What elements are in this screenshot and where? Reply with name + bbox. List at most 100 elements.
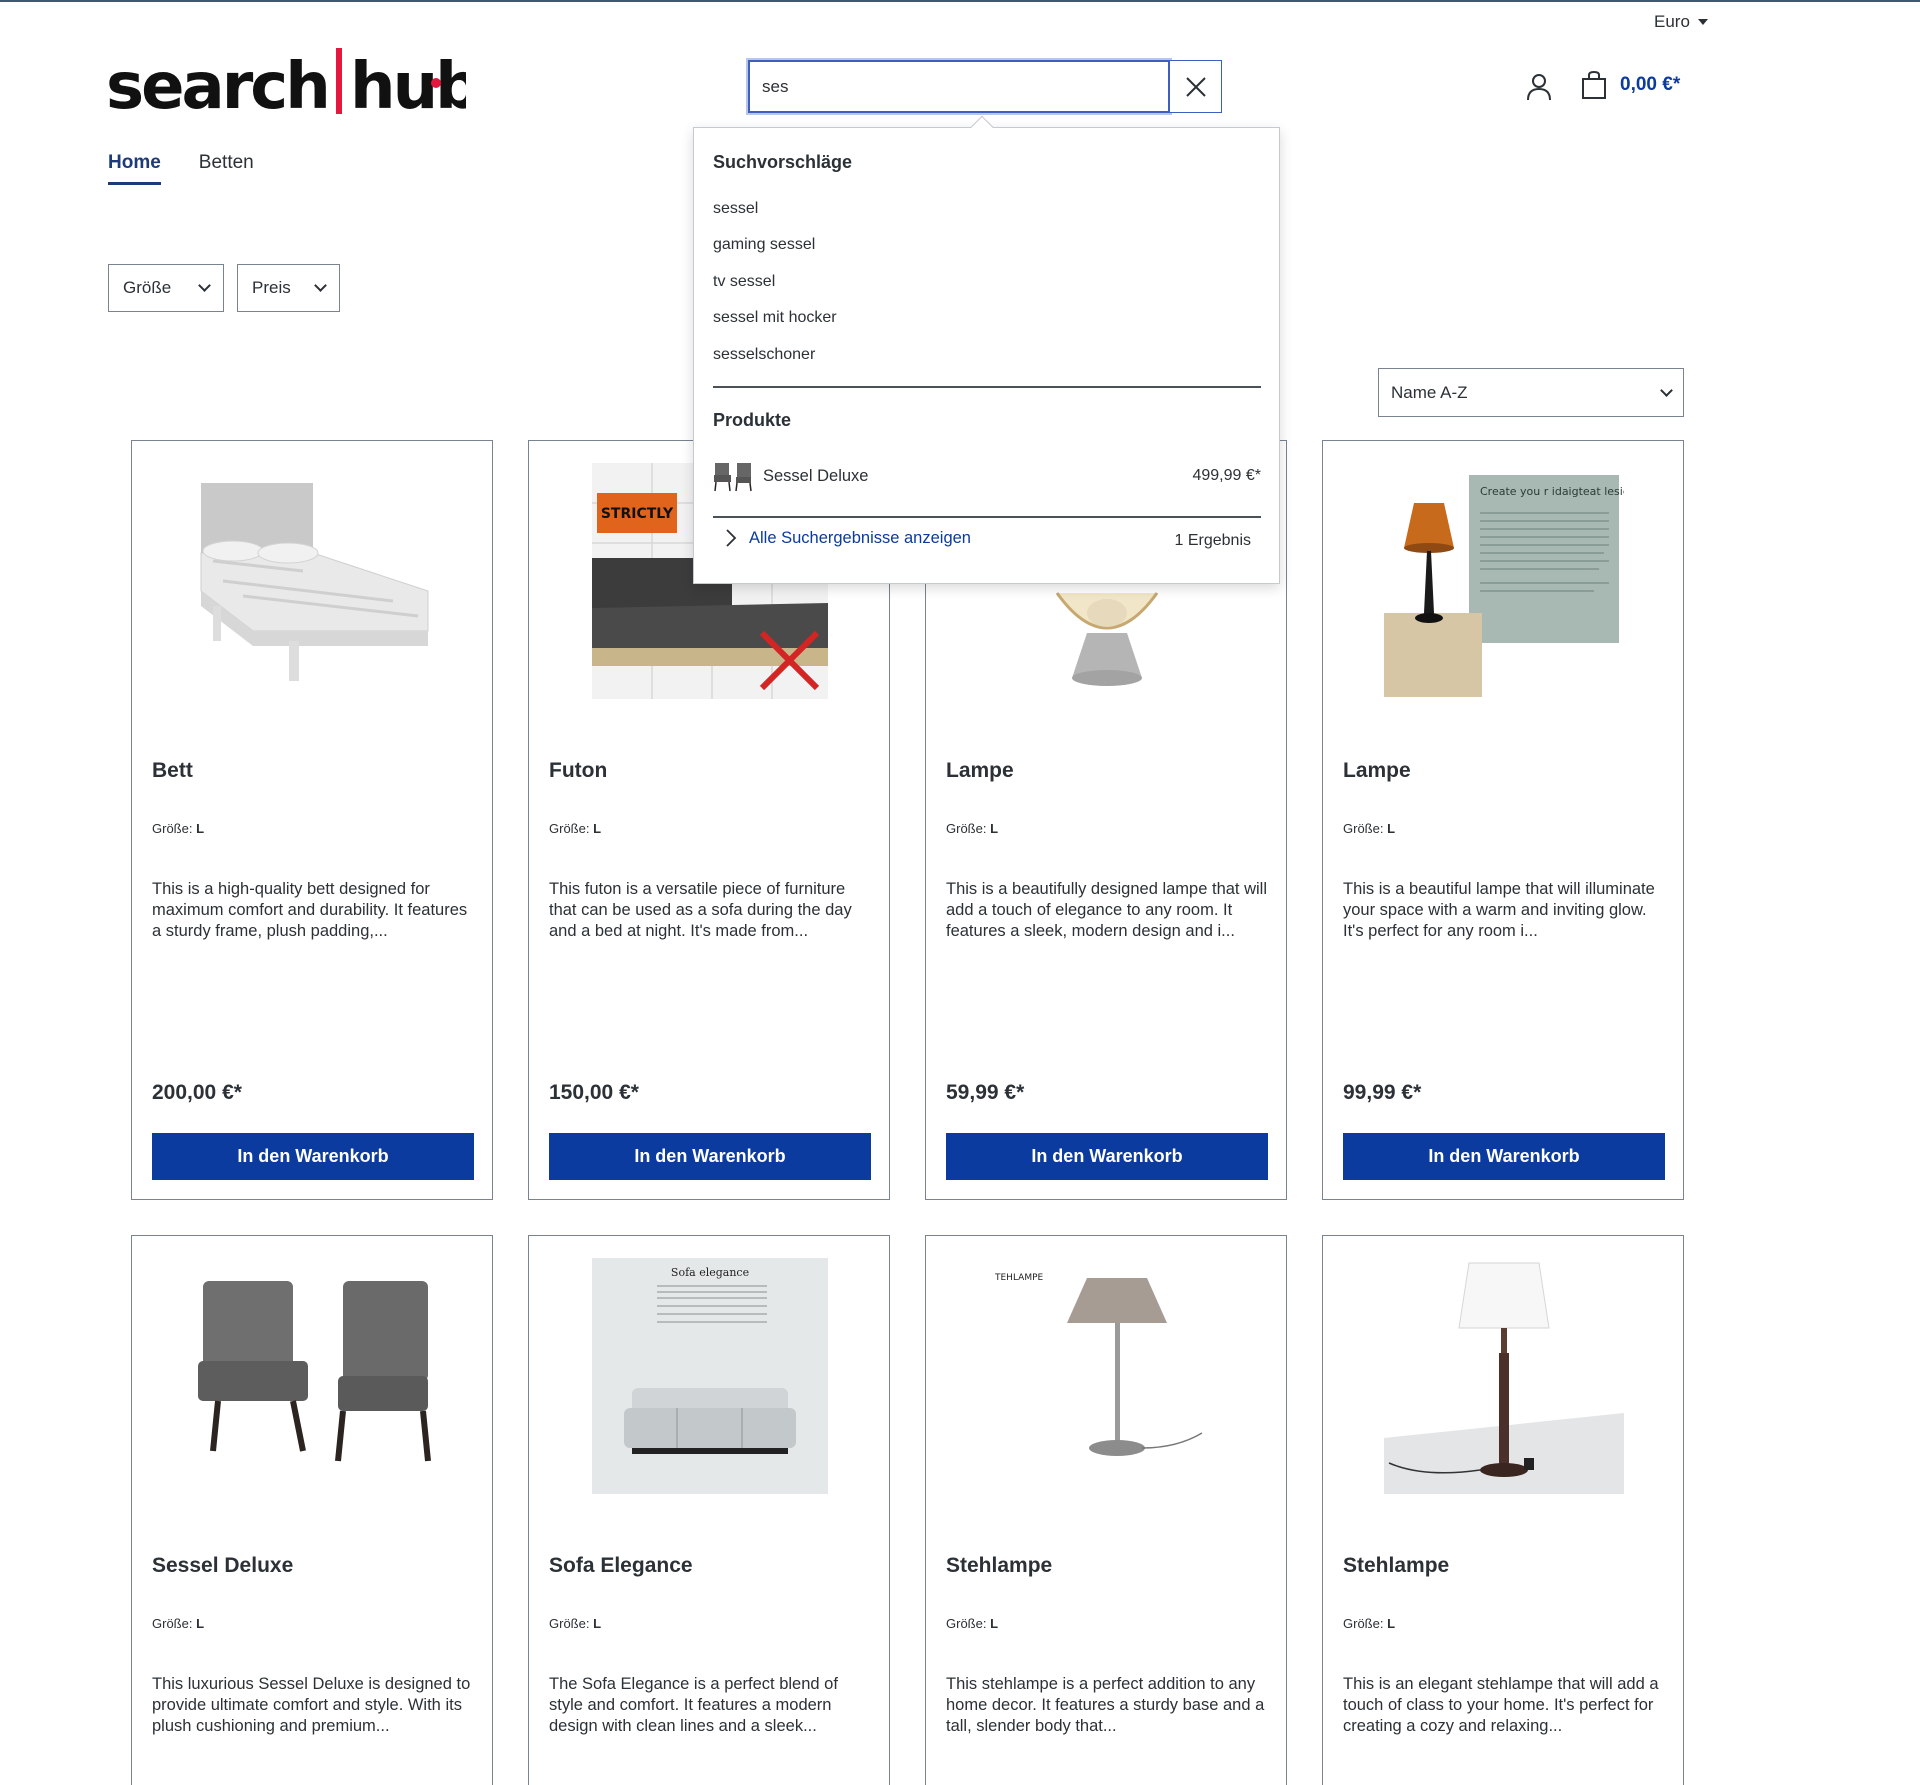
currency-selector[interactable]: Euro: [1654, 12, 1708, 32]
product-title[interactable]: Bett: [152, 759, 193, 783]
flyer-text: Create you r idaigteat lesiged aeisgntd: [1480, 485, 1624, 498]
product-thumbnail: [713, 459, 753, 493]
show-all-results-link[interactable]: Alle Suchergebnisse anzeigen: [725, 528, 971, 548]
product-size: Größe: L: [549, 821, 601, 836]
floor-lamp-image: TEHLAMPE: [986, 1258, 1227, 1494]
main-nav: Home Betten: [108, 152, 254, 185]
dropdown-arrow: [970, 115, 994, 139]
floor-lamp-image: [1383, 1258, 1624, 1494]
result-count: 1 Ergebnis: [1174, 532, 1252, 549]
size-value: L: [196, 1616, 205, 1631]
size-value: L: [990, 821, 999, 836]
size-label: Größe:: [1343, 821, 1384, 836]
product-description: This futon is a versatile piece of furni…: [549, 880, 852, 940]
product-image[interactable]: Sofa elegance: [549, 1256, 870, 1496]
filter-price[interactable]: Preis: [237, 264, 340, 312]
product-card: Bett Größe: L This is a high-quality bet…: [131, 440, 493, 1200]
suggest-product-price: 499,99 €*: [1192, 467, 1261, 484]
product-title[interactable]: Lampe: [1343, 759, 1411, 783]
chevron-down-icon: [314, 279, 327, 292]
sofa-image: Sofa elegance: [591, 1258, 828, 1494]
product-card: Stehlampe Größe: L This is an elegant st…: [1322, 1235, 1684, 1785]
size-label: Größe:: [946, 821, 987, 836]
product-description: This is a beautifully designed lampe tha…: [946, 880, 1268, 940]
product-title[interactable]: Stehlampe: [1343, 1554, 1449, 1578]
add-to-cart-button[interactable]: In den Warenkorb: [549, 1133, 871, 1180]
lamp-flyer-image: Create you r idaigteat lesiged aeisgntd: [1383, 463, 1624, 699]
svg-text:hub: hub: [350, 50, 466, 120]
size-value: L: [593, 821, 602, 836]
product-card: Sessel Deluxe Größe: L This luxurious Se…: [131, 1235, 493, 1785]
product-price: 200,00 €*: [152, 1081, 242, 1104]
product-title[interactable]: Lampe: [946, 759, 1014, 783]
product-price: 99,99 €*: [1343, 1081, 1422, 1104]
product-size: Größe: L: [152, 821, 204, 836]
product-title[interactable]: Sofa Elegance: [549, 1554, 693, 1578]
suggestion-item[interactable]: sessel mit hocker: [713, 309, 837, 327]
suggestions-heading: Suchvorschläge: [713, 152, 853, 172]
suggestion-item[interactable]: gaming sessel: [713, 236, 815, 254]
suggest-product-item[interactable]: Sessel Deluxe 499,99 €*: [713, 458, 1261, 494]
show-all-results-label: Alle Suchergebnisse anzeigen: [749, 528, 971, 547]
product-price: 150,00 €*: [549, 1081, 639, 1104]
search-clear-button[interactable]: [1170, 60, 1222, 113]
sort-selected: Name A-Z: [1391, 382, 1468, 402]
armchair-image: [192, 1266, 433, 1486]
product-description: This luxurious Sessel Deluxe is designed…: [152, 1675, 471, 1735]
product-size: Größe: L: [946, 1616, 998, 1631]
size-label: Größe:: [152, 821, 193, 836]
size-label: Größe:: [946, 1616, 987, 1631]
product-size: Größe: L: [1343, 821, 1395, 836]
product-image[interactable]: [152, 1256, 473, 1496]
chevron-down-icon: [198, 279, 211, 292]
caret-down-icon: [1697, 19, 1708, 25]
product-title[interactable]: Sessel Deluxe: [152, 1554, 293, 1578]
product-image[interactable]: [152, 461, 473, 701]
filter-size-label: Größe: [123, 278, 172, 297]
size-value: L: [990, 1616, 999, 1631]
close-icon: [1185, 76, 1206, 97]
product-image[interactable]: TEHLAMPE: [946, 1256, 1267, 1496]
add-to-cart-button[interactable]: In den Warenkorb: [152, 1133, 474, 1180]
products-heading: Produkte: [713, 410, 792, 430]
product-description: This is a beautiful lampe that will illu…: [1343, 880, 1655, 940]
nav-item-home[interactable]: Home: [108, 152, 161, 185]
product-size: Größe: L: [946, 821, 998, 836]
product-image[interactable]: Create you r idaigteat lesiged aeisgntd: [1343, 461, 1664, 701]
add-to-cart-button[interactable]: In den Warenkorb: [946, 1133, 1268, 1180]
size-value: L: [1387, 821, 1396, 836]
searchhub-logo[interactable]: search hub: [106, 46, 466, 120]
shopping-bag-icon: [1582, 70, 1606, 99]
product-card: TEHLAMPE Stehlampe Größe: L This stehlam…: [925, 1235, 1287, 1785]
cart-button[interactable]: 0,00 €*: [1580, 70, 1680, 100]
currency-label: Euro: [1654, 12, 1690, 31]
chevron-down-icon: [1660, 383, 1673, 397]
size-label: Größe:: [549, 821, 590, 836]
suggestion-item[interactable]: tv sessel: [713, 273, 775, 291]
product-image[interactable]: [1343, 1256, 1664, 1496]
cart-total: 0,00 €*: [1620, 74, 1681, 95]
suggestion-item[interactable]: sessel: [713, 200, 758, 218]
account-icon[interactable]: [1524, 72, 1554, 102]
product-title[interactable]: Stehlampe: [946, 1554, 1052, 1578]
product-description: The Sofa Elegance is a perfect blend of …: [549, 1675, 838, 1735]
divider: [713, 386, 1261, 388]
product-card: Sofa elegance Sofa Elegance Größe: L The…: [528, 1235, 890, 1785]
sofa-image-text: Sofa elegance: [670, 1266, 748, 1279]
bed-image: [192, 471, 433, 691]
sort-select[interactable]: Name A-Z: [1378, 368, 1684, 417]
nav-item-betten[interactable]: Betten: [199, 152, 254, 185]
product-title[interactable]: Futon: [549, 759, 607, 783]
size-label: Größe:: [549, 1616, 590, 1631]
futon-image-text: STRICTLY: [600, 506, 673, 522]
search-input[interactable]: [748, 60, 1170, 113]
product-description: This is a high-quality bett designed for…: [152, 880, 468, 940]
add-to-cart-button[interactable]: In den Warenkorb: [1343, 1133, 1665, 1180]
suggestion-item[interactable]: sesselschoner: [713, 346, 815, 364]
size-label: Größe:: [1343, 1616, 1384, 1631]
filter-size[interactable]: Größe: [108, 264, 224, 312]
size-label: Größe:: [152, 1616, 193, 1631]
size-value: L: [196, 821, 205, 836]
top-border: [0, 0, 1920, 2]
product-description: This is an elegant stehlampe that will a…: [1343, 1675, 1659, 1735]
